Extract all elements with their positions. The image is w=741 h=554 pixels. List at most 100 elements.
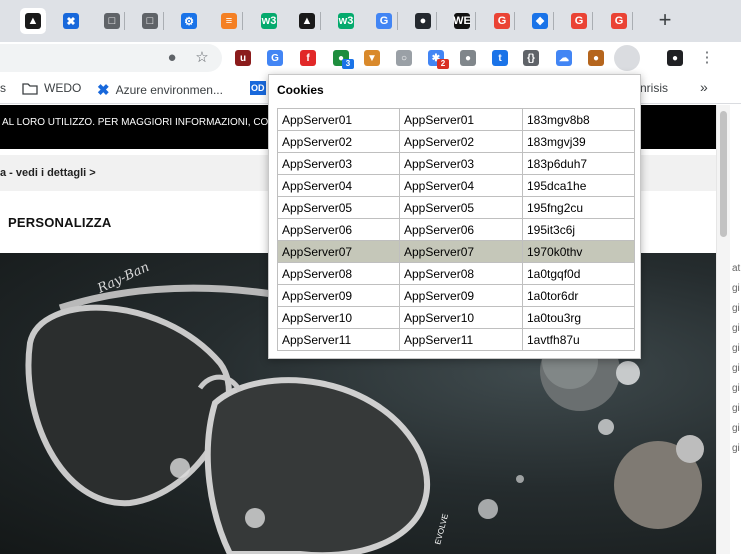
bookmark-label: s <box>0 81 6 95</box>
cookie-value-cell: 1970k0thv <box>522 240 635 263</box>
octopus-icon[interactable]: ✱ 2 <box>428 50 449 69</box>
tab-6[interactable]: ≡ <box>216 8 242 34</box>
new-tab-button[interactable]: + <box>652 8 678 34</box>
tab-8[interactable]: ▲ <box>294 8 320 34</box>
side-panel: at gi gi gi gi gi gi gi gi gi <box>730 105 741 554</box>
bookmark-folder-wedo[interactable]: WEDO <box>22 81 81 95</box>
google-icon: G <box>571 13 587 29</box>
cookie-name-cell: AppServer08 <box>277 262 400 285</box>
browser-menu-icon[interactable]: ⋮ <box>699 50 715 66</box>
nav-personalizza[interactable]: PERSONALIZZA <box>8 215 112 230</box>
cookie-value-cell: 183mgv8b8 <box>522 108 635 131</box>
od-icon: OD <box>250 81 266 95</box>
w3schools-icon: w3 <box>261 13 277 29</box>
tab-15[interactable]: G <box>566 8 592 34</box>
cookie-row[interactable]: AppServer11 AppServer11 1avtfh87u <box>277 328 635 351</box>
cookie-name-cell: AppServer07 <box>277 240 400 263</box>
cloud-icon[interactable]: ☁ <box>556 50 572 66</box>
cookie-row[interactable]: AppServer06 AppServer06 195it3c6j <box>277 218 635 241</box>
cookie-row[interactable]: AppServer02 AppServer02 183mgvj39 <box>277 130 635 153</box>
cookie-value-cell: 1avtfh87u <box>522 328 635 351</box>
side-panel-text: gi <box>732 383 740 394</box>
cookie-server-cell: AppServer07 <box>399 240 523 263</box>
cookie-server-cell: AppServer02 <box>399 130 523 153</box>
google-translate-icon[interactable]: G <box>267 50 283 66</box>
avatar-icon[interactable]: ● <box>667 50 683 66</box>
side-panel-text: gi <box>732 343 740 354</box>
tab-2[interactable]: ✖ <box>58 8 84 34</box>
cookie-row[interactable]: AppServer04 AppServer04 195dca1he <box>277 174 635 197</box>
side-panel-text: gi <box>732 323 740 334</box>
cookie-row[interactable]: AppServer09 AppServer09 1a0tor6dr <box>277 284 635 307</box>
cookie-value-cell: 1a0tor6dr <box>522 284 635 307</box>
bookmark-label: nrisis <box>640 81 669 95</box>
tab-11[interactable]: ● <box>410 8 436 34</box>
side-panel-text: gi <box>732 303 740 314</box>
google-icon: G <box>494 13 510 29</box>
ublock-icon[interactable]: u <box>235 50 251 66</box>
cookie-row[interactable]: AppServer03 AppServer03 183p6duh7 <box>277 152 635 175</box>
spheres <box>478 331 704 529</box>
address-bar[interactable]: ● ☆ <box>0 44 222 72</box>
cookie-name-cell: AppServer09 <box>277 284 400 307</box>
bird-icon: ▲ <box>299 13 315 29</box>
google-translate-icon: G <box>376 13 392 29</box>
cookie-row[interactable]: AppServer07 AppServer07 1970k0thv <box>277 240 635 263</box>
tab-4[interactable]: □ <box>137 8 163 34</box>
tab-16[interactable]: G <box>606 8 632 34</box>
t-icon[interactable]: t <box>492 50 508 66</box>
tab-10[interactable]: G <box>371 8 397 34</box>
circle-grey-icon[interactable]: ● <box>460 50 476 66</box>
tab-9[interactable]: w3 <box>333 8 359 34</box>
cookie-value-cell: 195it3c6j <box>522 218 635 241</box>
cookies-popup: Cookies AppServer01 AppServer01 183mgv8b8 A… <box>268 74 641 359</box>
cookie-row[interactable]: AppServer08 AppServer08 1a0tgqf0d <box>277 262 635 285</box>
tab-5[interactable]: ⚙ <box>176 8 202 34</box>
cookie-row[interactable]: AppServer01 AppServer01 183mgv8b8 <box>277 108 635 131</box>
flipboard-icon[interactable]: f <box>300 50 316 66</box>
bookmarks-overflow-button[interactable]: » <box>700 79 708 95</box>
bookmark-od[interactable]: OD <box>250 81 266 95</box>
side-panel-text: gi <box>732 403 740 414</box>
tab-13[interactable]: G <box>489 8 515 34</box>
bookmark-label: Azure environmen... <box>115 83 223 97</box>
folder-icon <box>22 82 38 95</box>
page-scrollbar[interactable] <box>716 105 730 554</box>
cookie-value-cell: 183mgvj39 <box>522 130 635 153</box>
bookmark-azure[interactable]: ✖ Azure environmen... <box>97 81 223 99</box>
bookmark-risis[interactable]: nrisis <box>640 81 668 95</box>
cookie-icon[interactable]: ● <box>588 50 604 66</box>
side-panel-text: gi <box>732 363 740 374</box>
cookie-row[interactable]: AppServer10 AppServer10 1a0tou3rg <box>277 306 635 329</box>
scroll-thumb[interactable] <box>720 111 727 237</box>
tab-12[interactable]: WE <box>449 8 475 34</box>
tab-1[interactable]: ▲ <box>20 8 46 34</box>
clock-icon[interactable]: ○ <box>396 50 412 66</box>
confluence-icon: ✖ <box>63 13 79 29</box>
tab-3[interactable]: □ <box>99 8 125 34</box>
extension-badge: 2 <box>437 59 449 69</box>
google-icon: G <box>611 13 627 29</box>
cookie-value-cell: 1a0tou3rg <box>522 306 635 329</box>
cookie-server-cell: AppServer09 <box>399 284 523 307</box>
tab-7[interactable]: w3 <box>256 8 282 34</box>
cookie-row[interactable]: AppServer05 AppServer05 195fng2cu <box>277 196 635 219</box>
green-circle-icon[interactable]: ● 3 <box>333 50 354 69</box>
document-icon: □ <box>104 13 120 29</box>
cookie-name-cell: AppServer10 <box>277 306 400 329</box>
json-icon[interactable]: {} <box>523 50 539 66</box>
cookie-value-cell: 183p6duh7 <box>522 152 635 175</box>
bookmark-item[interactable]: s <box>0 81 6 95</box>
cookie-server-cell: AppServer11 <box>399 328 523 351</box>
tab-separator <box>436 12 437 30</box>
site-security-icon[interactable]: ● <box>164 50 180 66</box>
tab-14[interactable]: ❖ <box>527 8 553 34</box>
cookie-name-cell: AppServer11 <box>277 328 400 351</box>
cookie-server-cell: AppServer06 <box>399 218 523 241</box>
bookmark-star-icon[interactable]: ☆ <box>194 50 210 66</box>
cookie-value-cell: 195fng2cu <box>522 196 635 219</box>
cookie-name-cell: AppServer02 <box>277 130 400 153</box>
tab-separator <box>592 12 593 30</box>
side-panel-text: at <box>732 263 741 274</box>
basket-icon[interactable]: ▼ <box>364 50 380 66</box>
